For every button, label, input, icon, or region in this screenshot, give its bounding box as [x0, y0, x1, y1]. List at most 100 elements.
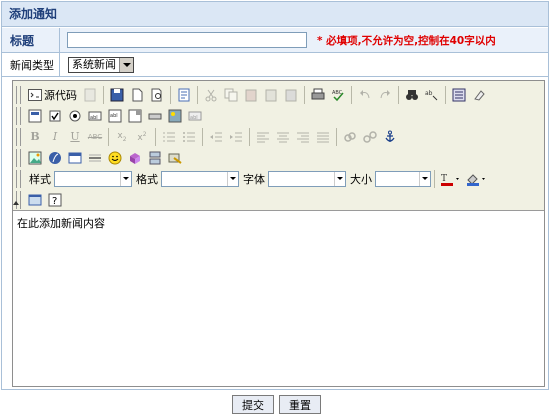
- panel-header: 添加通知: [2, 2, 548, 27]
- image-icon: [28, 151, 42, 164]
- cut-button[interactable]: [201, 85, 221, 105]
- templates-button[interactable]: [174, 85, 194, 105]
- redo-button[interactable]: [375, 85, 395, 105]
- flash-button[interactable]: [45, 148, 65, 168]
- bold-button[interactable]: B: [25, 127, 45, 147]
- size-combo[interactable]: [375, 170, 431, 187]
- text-field-button[interactable]: abl: [85, 106, 105, 126]
- preview-button[interactable]: [147, 85, 167, 105]
- replace-button[interactable]: ab: [422, 85, 442, 105]
- printer-icon: [311, 88, 325, 99]
- fit-window-button[interactable]: [25, 190, 45, 210]
- remove-format-button[interactable]: [469, 85, 489, 105]
- svg-text:?: ?: [52, 196, 57, 207]
- checkbox-button[interactable]: [45, 106, 65, 126]
- copy-icon: [224, 88, 238, 101]
- select-all-button[interactable]: [449, 85, 469, 105]
- align-left-button[interactable]: [253, 127, 273, 147]
- toolbar-grip[interactable]: [16, 127, 21, 146]
- paste-button[interactable]: [241, 85, 261, 105]
- save-button[interactable]: [107, 85, 127, 105]
- paste-text-button[interactable]: [261, 85, 281, 105]
- help-icon: ?: [48, 193, 62, 207]
- news-type-label: 新闻类型: [2, 53, 60, 76]
- select-all-icon: [452, 88, 466, 101]
- font-combo[interactable]: [268, 170, 346, 187]
- toolbar-grip[interactable]: [16, 148, 21, 167]
- outdent-button[interactable]: [206, 127, 226, 147]
- toolbar-row-3: B I U ABC x2 x2: [16, 126, 400, 147]
- underline-button[interactable]: U: [65, 127, 85, 147]
- spellcheck-button[interactable]: ABC: [328, 85, 348, 105]
- smiley-icon: [108, 151, 122, 164]
- toolbar-grip[interactable]: [16, 106, 21, 125]
- italic-button[interactable]: I: [45, 127, 65, 147]
- paste-word-button[interactable]: [281, 85, 301, 105]
- textarea-button[interactable]: abl: [105, 106, 125, 126]
- italic-icon: I: [52, 130, 58, 143]
- style-combo[interactable]: [54, 170, 132, 187]
- source-button[interactable]: 源代码: [25, 85, 80, 105]
- image-button[interactable]: [25, 148, 45, 168]
- hidden-field-button[interactable]: abl: [185, 106, 205, 126]
- radio-button[interactable]: [65, 106, 85, 126]
- format-combo[interactable]: [161, 170, 239, 187]
- radio-icon: [69, 110, 81, 121]
- toolbar-row-2: abl abl abl: [16, 105, 205, 126]
- doc-props-button[interactable]: [80, 85, 100, 105]
- smiley-button[interactable]: [105, 148, 125, 168]
- horizontal-rule-icon: [89, 154, 101, 161]
- bg-color-icon: [467, 173, 485, 186]
- about-button[interactable]: ?: [45, 190, 65, 210]
- reset-button[interactable]: 重置: [279, 395, 321, 414]
- form-button[interactable]: [25, 106, 45, 126]
- undo-button[interactable]: [355, 85, 375, 105]
- horizontal-rule-button[interactable]: [85, 148, 105, 168]
- text-color-button[interactable]: T: [438, 169, 464, 189]
- collapse-toolbar-icon[interactable]: [13, 201, 19, 205]
- special-char-button[interactable]: [125, 148, 145, 168]
- align-right-button[interactable]: [293, 127, 313, 147]
- subscript-icon: x2: [117, 130, 127, 143]
- button-field-button[interactable]: [145, 106, 165, 126]
- link-button[interactable]: [340, 127, 360, 147]
- ordered-list-button[interactable]: [159, 127, 179, 147]
- unlink-button[interactable]: [360, 127, 380, 147]
- replace-icon: ab: [425, 90, 438, 100]
- indent-button[interactable]: [226, 127, 246, 147]
- superscript-button[interactable]: x2: [132, 127, 152, 147]
- bulleted-list-button[interactable]: [179, 127, 199, 147]
- news-type-row: 新闻类型 系统新闻: [2, 53, 548, 77]
- doc-props-icon: [84, 88, 96, 101]
- submit-button[interactable]: 提交: [232, 395, 274, 414]
- bg-color-button[interactable]: [464, 169, 490, 189]
- toolbar-grip[interactable]: [16, 85, 21, 104]
- print-button[interactable]: [308, 85, 328, 105]
- editor-content[interactable]: 在此添加新闻内容: [17, 215, 105, 231]
- svg-text:abl: abl: [110, 113, 118, 119]
- copy-button[interactable]: [221, 85, 241, 105]
- file-browser-button[interactable]: [165, 148, 185, 168]
- text-field-icon: abl: [88, 111, 102, 121]
- align-left-icon: [257, 132, 269, 142]
- maximize-icon: [28, 194, 42, 205]
- image-button-button[interactable]: [165, 106, 185, 126]
- indent-icon: [230, 132, 242, 141]
- select-field-button[interactable]: [125, 106, 145, 126]
- title-input[interactable]: [67, 32, 307, 48]
- news-type-select[interactable]: 系统新闻: [68, 57, 134, 73]
- size-label: 大小: [350, 172, 372, 186]
- toolbar-grip[interactable]: [16, 169, 21, 188]
- subscript-button[interactable]: x2: [112, 127, 132, 147]
- new-page-button[interactable]: [127, 85, 147, 105]
- toolbar-grip[interactable]: [16, 190, 21, 209]
- align-center-button[interactable]: [273, 127, 293, 147]
- anchor-button[interactable]: [380, 127, 400, 147]
- format-label: 格式: [136, 172, 158, 186]
- find-button[interactable]: [402, 85, 422, 105]
- page-break-button[interactable]: [145, 148, 165, 168]
- table-button[interactable]: [65, 148, 85, 168]
- save-icon: [110, 88, 124, 101]
- justify-button[interactable]: [313, 127, 333, 147]
- strike-button[interactable]: ABC: [85, 127, 105, 147]
